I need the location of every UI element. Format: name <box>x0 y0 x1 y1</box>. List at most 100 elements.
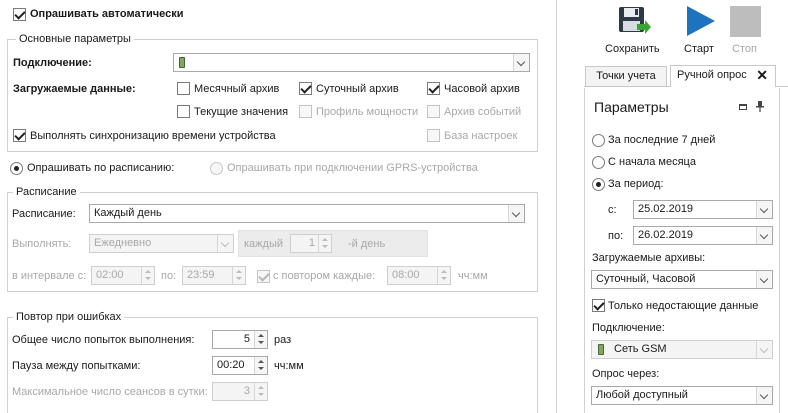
phone-icon <box>598 344 604 355</box>
gprs-radio[interactable] <box>210 162 223 175</box>
period-from-date[interactable]: 25.02.2019 <box>633 200 773 219</box>
stop-button-label: Стоп <box>732 43 757 55</box>
settings-base-checkbox[interactable] <box>427 129 440 142</box>
play-icon <box>687 6 715 36</box>
schedule-radio[interactable] <box>10 162 23 175</box>
pause-label: Пауза между попытками: <box>12 360 141 372</box>
chevron-down-icon[interactable] <box>756 387 772 404</box>
period-radio[interactable] <box>592 178 605 191</box>
period-to-date[interactable]: 26.02.2019 <box>633 226 773 245</box>
total-attempts-stepper[interactable]: 5 <box>212 330 268 349</box>
chevron-down-icon[interactable] <box>513 54 529 71</box>
chevron-down-icon[interactable] <box>756 227 772 244</box>
event-archive-checkbox[interactable] <box>427 105 440 118</box>
every-stepper[interactable]: 1 <box>290 234 332 253</box>
max-sessions-label: Максимальное число сеансов в сутки: <box>12 386 208 398</box>
connection-label: Подключение: <box>13 57 92 69</box>
close-icon[interactable]: ✕ <box>756 66 768 84</box>
stop-button[interactable]: Стоп <box>726 2 766 56</box>
daily-archive-checkbox[interactable] <box>299 82 312 95</box>
total-attempts-unit: раз <box>274 334 292 346</box>
to-time-value: 23:59 <box>187 269 215 281</box>
month-start-radio[interactable] <box>592 156 605 169</box>
spinner-icon[interactable] <box>141 267 154 284</box>
repeat-unit: чч:мм <box>458 270 488 282</box>
last7-label: За последние 7 дней <box>608 134 716 146</box>
total-attempts-label: Общее число попыток выполнения: <box>12 334 195 346</box>
tab-accounting-points-label: Точки учета <box>596 70 656 82</box>
connection-select[interactable] <box>173 53 530 72</box>
last7-radio[interactable] <box>592 134 605 147</box>
current-values-label: Текущие значения <box>194 106 289 118</box>
auto-poll-label: Опрашивать автоматически <box>30 8 184 20</box>
chevron-down-icon[interactable] <box>756 271 772 288</box>
from-time-stepper[interactable]: 02:00 <box>91 266 155 285</box>
repeat-time-stepper[interactable]: 08:00 <box>387 266 451 285</box>
start-button-label: Старт <box>684 43 714 55</box>
repeat-label: с повтором каждые: <box>273 270 376 282</box>
chevron-down-icon[interactable] <box>756 201 772 218</box>
to-label: по: <box>161 270 177 282</box>
only-missing-checkbox[interactable] <box>592 299 605 312</box>
chevron-down-icon[interactable] <box>508 205 524 222</box>
hourly-archive-label: Часовой архив <box>444 83 520 95</box>
panel-connection-label: Подключение: <box>592 322 665 334</box>
daily-archive-label: Суточный архив <box>316 83 399 95</box>
tab-manual-poll-label: Ручной опрос <box>677 69 747 81</box>
period-from-value: 25.02.2019 <box>638 203 694 215</box>
schedule-label: Расписание: <box>12 208 76 220</box>
repeat-checkbox[interactable] <box>257 270 270 283</box>
chevron-down-icon[interactable] <box>756 341 772 358</box>
max-sessions-stepper[interactable]: 3 <box>212 382 268 401</box>
panel-connection-select[interactable]: Сеть GSM <box>591 340 773 359</box>
period-from-label: с: <box>608 204 617 216</box>
sync-time-label: Выполнять синхронизацию времени устройст… <box>30 130 276 142</box>
stop-icon <box>730 6 761 37</box>
interval-label: в интервале с: <box>12 270 87 282</box>
spinner-icon[interactable] <box>254 331 267 348</box>
phone-icon <box>179 57 185 68</box>
spinner-icon[interactable] <box>254 357 267 374</box>
chevron-down-icon[interactable] <box>217 235 233 252</box>
save-button-label: Сохранить <box>605 43 660 55</box>
spinner-icon[interactable] <box>254 383 267 400</box>
max-sessions-value: 3 <box>243 385 250 397</box>
sync-time-checkbox[interactable] <box>13 129 26 142</box>
archives-value: Суточный, Часовой <box>596 273 696 285</box>
power-profile-checkbox[interactable] <box>299 105 312 118</box>
save-button[interactable]: Сохранить <box>602 2 664 56</box>
monthly-archive-label: Месячный архив <box>194 83 280 95</box>
period-to-value: 26.02.2019 <box>638 229 694 241</box>
panel-connection-value: Сеть GSM <box>614 343 667 355</box>
pause-stepper[interactable]: 00:20 <box>212 356 268 375</box>
pin-icon[interactable] <box>756 101 764 112</box>
loaded-data-label: Загружаемые данные: <box>13 83 136 95</box>
execute-select[interactable]: Ежедневно <box>89 234 234 253</box>
pane-separator <box>556 0 557 413</box>
tab-manual-poll[interactable]: Ручной опрос ✕ <box>670 65 776 87</box>
period-to-label: по: <box>608 230 624 242</box>
schedule-radio-label: Опрашивать по расписанию: <box>27 162 175 174</box>
start-button[interactable]: Старт <box>680 2 722 56</box>
repeat-time-value: 08:00 <box>392 269 420 281</box>
pause-unit: чч:мм <box>274 360 304 372</box>
hourly-archive-checkbox[interactable] <box>427 82 440 95</box>
current-values-checkbox[interactable] <box>177 105 190 118</box>
settings-base-label: База настроек <box>444 130 518 142</box>
via-select[interactable]: Любой доступный <box>591 386 773 405</box>
execute-value: Ежедневно <box>94 237 152 249</box>
via-value: Любой доступный <box>596 389 688 401</box>
auto-poll-checkbox[interactable] <box>13 8 26 21</box>
monthly-archive-checkbox[interactable] <box>177 82 190 95</box>
spinner-icon[interactable] <box>437 267 450 284</box>
month-start-label: С начала месяца <box>608 156 696 168</box>
power-profile-label: Профиль мощности <box>316 106 419 118</box>
schedule-select[interactable]: Каждый день <box>89 204 525 223</box>
tab-accounting-points[interactable]: Точки учета <box>585 66 667 86</box>
archives-select[interactable]: Суточный, Часовой <box>591 270 773 289</box>
maximize-icon[interactable] <box>739 104 747 110</box>
every-label: каждый <box>244 238 283 250</box>
spinner-icon[interactable] <box>318 235 331 252</box>
to-time-stepper[interactable]: 23:59 <box>182 266 246 285</box>
spinner-icon[interactable] <box>232 267 245 284</box>
